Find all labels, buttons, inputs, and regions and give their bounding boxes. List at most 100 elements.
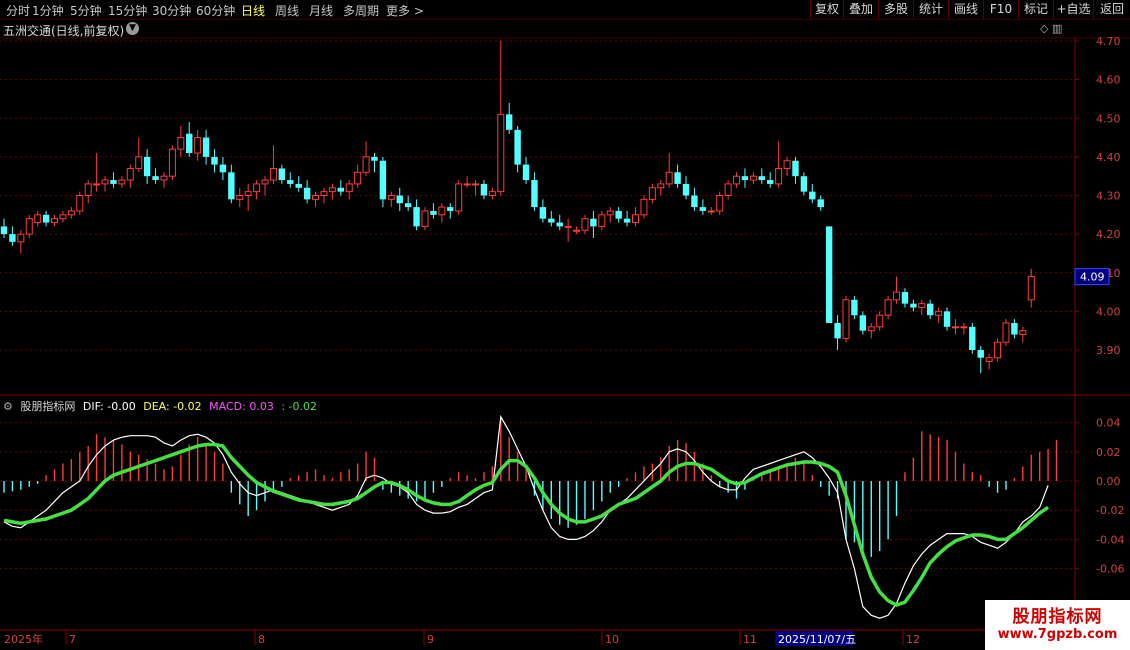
chevron-down-icon[interactable]: ▼ (126, 22, 139, 35)
price-tick-label: 4.60 (1096, 74, 1121, 87)
date-month-label: 10 (605, 633, 619, 646)
candle-body-up (951, 326, 959, 329)
candle-body-up (118, 179, 126, 185)
candle-body-down (211, 156, 218, 165)
dea-value: DEA: -0.02 (143, 400, 202, 413)
candle-body-down (969, 326, 976, 350)
candle-body-down (682, 183, 690, 196)
watermark-line2: www.7gpzb.com (997, 627, 1118, 642)
candle-body-down (674, 172, 681, 184)
panel-toggle-icon[interactable]: ▥ (1052, 22, 1062, 35)
candle-body-down (943, 311, 951, 327)
candle-body-down (859, 315, 867, 331)
candle-body-up (84, 183, 92, 197)
candle-body-down (404, 203, 412, 208)
candle-body-down (447, 207, 454, 211)
candle-body-up (884, 299, 892, 316)
candle-body-down (531, 180, 538, 208)
watermark-line1: 股朋指标网 (1012, 607, 1103, 627)
date-month-label: 12 (906, 633, 920, 646)
candle-body-up (51, 218, 59, 224)
price-tick-label: 4.00 (1096, 305, 1121, 318)
candle-body-up (354, 171, 362, 185)
candle-body-up (657, 183, 665, 189)
candle-body-down (901, 292, 909, 304)
candle-body-up (648, 187, 656, 200)
candle-body-down (287, 180, 294, 184)
candle-body-up (253, 183, 261, 193)
candle-body-up (101, 179, 109, 185)
date-month-label: 8 (258, 633, 265, 646)
candle-body-down (152, 176, 159, 181)
candle-body-up (842, 299, 850, 339)
diamond-icon[interactable]: ◇ (1040, 22, 1048, 35)
legend-gear-icon[interactable]: ⚙ (3, 400, 13, 413)
candle-body-down (143, 156, 151, 177)
kline-chart[interactable]: 4.704.604.504.404.304.204.104.003.904.09… (0, 0, 1130, 650)
indicator-name: 股朋指标网 (20, 400, 76, 413)
candle-body-up (985, 357, 993, 363)
candle-body-down (1011, 322, 1018, 335)
candle-body-down (825, 226, 833, 323)
price-tick-label: 4.30 (1096, 190, 1121, 203)
candle-body-down (9, 234, 16, 242)
candle-body-down (480, 183, 488, 196)
candle-body-up (472, 183, 480, 186)
candle-body-up (497, 113, 505, 193)
candle-body-down (556, 222, 563, 227)
candle-body-up (733, 175, 741, 185)
candle-body-up (640, 198, 648, 216)
candle-body-up (387, 195, 395, 200)
candle-body-up (421, 210, 429, 227)
candle-body-up (573, 229, 581, 232)
candle-body-down (615, 210, 622, 219)
price-tick-label: 4.20 (1096, 228, 1121, 241)
candle-body-down (110, 180, 117, 184)
macd-tick-label: 0.00 (1096, 475, 1121, 488)
candle-body-down (295, 183, 302, 188)
candle-body-up (312, 195, 320, 200)
candle-body-up (716, 195, 724, 212)
candle-body-up (328, 187, 336, 193)
candle-body-up (320, 191, 328, 196)
macd-tick-label: -0.04 (1096, 533, 1124, 546)
macd-tick-label: 0.04 (1096, 417, 1121, 430)
candle-body-up (438, 206, 446, 216)
candle-body-up (168, 148, 176, 177)
candle-body-up (236, 195, 244, 200)
candle-body-down (337, 187, 344, 192)
candle-body-down (219, 164, 227, 173)
candle-body-down (413, 207, 420, 227)
macd-tick-label: -0.06 (1096, 563, 1124, 576)
candle-body-down (548, 218, 555, 223)
candle-body-up (1027, 276, 1035, 301)
candle-body-up (177, 137, 185, 150)
candle-body-up (126, 167, 134, 181)
candle-body-down (430, 210, 437, 215)
candle-body-down (202, 137, 210, 157)
macd-value: MACD: 0.03 (209, 400, 274, 413)
candle-body-down (303, 187, 311, 200)
candle-body-up (25, 218, 33, 235)
last-price-tag: 4.09 (1080, 271, 1105, 284)
candle-body-up (455, 183, 463, 212)
candle-body-up (581, 218, 589, 231)
price-tick-label: 4.40 (1096, 151, 1121, 164)
candle-body-up (488, 191, 496, 196)
candle-body-up (935, 310, 943, 316)
candle-body-down (758, 176, 765, 181)
candle-body-down (800, 176, 808, 192)
date-month-label: 7 (69, 633, 76, 646)
macd-tick-label: -0.02 (1096, 504, 1124, 517)
candle-body-up (918, 303, 926, 309)
candle-body-down (910, 303, 917, 308)
stock-title: 五洲交通(日线,前复权) (3, 24, 125, 38)
dif-value: DIF: -0.00 (82, 400, 136, 413)
candle-body-up (724, 183, 732, 197)
candle-body-up (1002, 322, 1010, 343)
candle-body-down (42, 214, 50, 223)
macd-legend: ⚙ 股朋指标网 DIF: -0.00 DEA: -0.02 MACD: 0.03… (3, 398, 321, 414)
candle-body-up (362, 156, 370, 173)
candle-body-up (1019, 330, 1027, 336)
candle-body-down (228, 172, 235, 200)
